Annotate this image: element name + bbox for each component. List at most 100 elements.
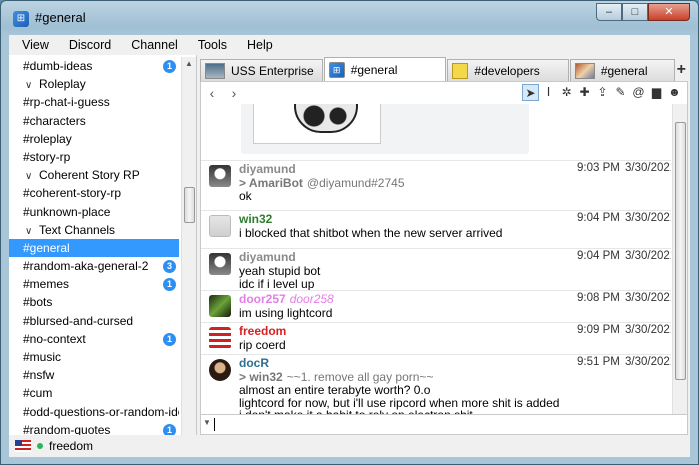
user-avatar[interactable] — [209, 327, 231, 349]
pointer-icon[interactable]: ➤ — [522, 84, 539, 101]
sidebar-scrollbar[interactable]: ▲ — [181, 57, 196, 435]
channel-label: #nsfw — [23, 368, 55, 383]
author-name: door257 — [239, 292, 286, 306]
text-cursor-icon[interactable]: Ⅰ — [540, 84, 557, 101]
channel-category[interactable]: ∨ Coherent Story RP — [9, 166, 179, 184]
channel-label: #blursed-and-cursed — [23, 313, 134, 328]
message-list: diyamund 9:03 PM 3/30/2021 > AmariBot@diyam… — [201, 104, 671, 414]
menu-channel[interactable]: Channel — [118, 38, 185, 52]
online-status-icon — [37, 443, 43, 449]
channel-item[interactable]: #blursed-and-cursed — [9, 312, 179, 330]
current-username[interactable]: freedom — [49, 439, 93, 453]
sidebar-scroll-thumb[interactable] — [184, 187, 195, 223]
scroll-up-arrow[interactable]: ▲ — [182, 57, 196, 71]
flag-avatar-icon — [15, 440, 31, 452]
channel-label: #cum — [23, 386, 53, 401]
channel-item[interactable]: #dumb-ideas 1 — [9, 57, 179, 75]
user-avatar[interactable] — [209, 253, 231, 275]
message-time: 9:51 PM — [577, 356, 620, 368]
channel-category[interactable]: ∨ Roleplay — [9, 75, 179, 93]
channel-item[interactable]: #memes 1 — [9, 275, 179, 293]
author-name: diyamund — [239, 250, 296, 264]
channel-label: #characters — [23, 113, 86, 128]
channel-label: #memes — [23, 277, 70, 292]
message-text: rip coerd — [239, 338, 286, 352]
channel-item[interactable]: #story-rp — [9, 148, 179, 166]
channel-item[interactable]: #unknown-place — [9, 203, 179, 221]
forward-icon[interactable]: › — [223, 85, 245, 101]
channel-label: Text Channels — [39, 222, 116, 237]
add-tab-button[interactable]: + — [677, 61, 686, 79]
channel-item[interactable]: #music — [9, 348, 179, 366]
tab-developers[interactable]: #developers — [447, 59, 569, 81]
tab-general-active[interactable]: ⊞ #general — [323, 57, 447, 81]
chat-scroll-thumb[interactable] — [675, 122, 686, 380]
channel-item[interactable]: #bots — [9, 293, 179, 311]
tab-uss-enterprise[interactable]: USS Enterprise — [200, 59, 323, 81]
unread-badge: 1 — [163, 423, 176, 435]
message: freedom 9:09 PM 3/30/2021 rip coerd — [201, 322, 671, 354]
channel-item[interactable]: #characters — [9, 112, 179, 130]
channel-icon[interactable]: ▆ — [648, 84, 665, 101]
message-author[interactable]: diyamund — [239, 162, 296, 176]
message-date: 3/30/2021 — [625, 250, 671, 262]
users-icon[interactable]: ☻ — [666, 84, 683, 101]
message-author[interactable]: win32 — [239, 212, 272, 226]
message-author[interactable]: diyamund — [239, 250, 296, 264]
menu-help[interactable]: Help — [234, 38, 280, 52]
menu-view[interactable]: View — [9, 38, 56, 52]
maximize-button[interactable]: □ — [622, 3, 648, 21]
message-time: 9:08 PM — [577, 292, 620, 304]
close-button[interactable]: ✕ — [648, 3, 690, 21]
windows-logo-icon: ⊞ — [13, 11, 29, 27]
chat-view: ‹ › ➤ Ⅰ ✲ ✚ ⇪ ✎ @ ▆ ☻ diyamund 9:03 PM 3… — [200, 81, 688, 415]
back-icon[interactable]: ‹ — [201, 85, 223, 101]
title-bar: ⊞ #general – □ ✕ — [1, 1, 698, 35]
user-avatar[interactable] — [209, 359, 231, 381]
minimize-button[interactable]: – — [596, 3, 622, 21]
chat-scrollbar[interactable] — [672, 104, 687, 414]
message-date: 3/30/2021 — [625, 162, 671, 174]
menu-tools[interactable]: Tools — [185, 38, 234, 52]
reply-reference[interactable]: > win32 ~~1. remove all gay porn~~ — [239, 370, 433, 384]
add-icon[interactable]: ✚ — [576, 84, 593, 101]
user-avatar[interactable] — [209, 165, 231, 187]
message-author[interactable]: docR — [239, 356, 269, 370]
channel-item[interactable]: #nsfw — [9, 366, 179, 384]
mention-icon[interactable]: @ — [630, 84, 647, 101]
windows-logo-icon: ⊞ — [328, 61, 345, 78]
channel-item[interactable]: #odd-questions-or-random-ideas — [9, 403, 179, 421]
unread-badge: 1 — [163, 332, 176, 346]
channel-item[interactable]: #coherent-story-rp — [9, 184, 179, 202]
message-text: idc if i level up — [239, 276, 315, 291]
message-author[interactable]: freedom — [239, 324, 286, 338]
message-time: 9:09 PM — [577, 324, 620, 336]
channel-item[interactable]: #random-quotes 1 — [9, 421, 179, 435]
settings-icon[interactable]: ✲ — [558, 84, 575, 101]
embedded-image[interactable] — [253, 104, 381, 144]
app-window: ⊞ #general – □ ✕ View Discord Channel To… — [0, 0, 699, 465]
message-input[interactable]: ▼ — [200, 415, 688, 435]
channel-item[interactable]: #cum — [9, 384, 179, 402]
reply-reference[interactable]: > AmariBot @diyamund#2745 — [239, 176, 405, 190]
channel-item[interactable]: #no-context 1 — [9, 330, 179, 348]
channel-item[interactable]: #general — [9, 238, 179, 258]
channel-item[interactable]: #random-aka-general-2 3 — [9, 257, 179, 275]
message: win32 9:04 PM 3/30/2021 i blocked that shit… — [201, 210, 671, 248]
tab-general-2[interactable]: #general — [569, 59, 675, 81]
menu-discord[interactable]: Discord — [56, 38, 118, 52]
channel-item[interactable]: #roleplay — [9, 130, 179, 148]
channel-label: #music — [23, 350, 62, 364]
message-time: 9:04 PM — [577, 212, 620, 224]
message-author[interactable]: door257 door258 — [239, 292, 334, 306]
user-avatar[interactable] — [209, 215, 231, 237]
main-panel: USS Enterprise ⊞ #general #developers #g… — [198, 55, 690, 457]
pin-icon[interactable]: ✎ — [612, 84, 629, 101]
channel-item[interactable]: #rp-chat-i-guess — [9, 93, 179, 111]
tab-label: #general — [600, 63, 648, 78]
channel-label: Coherent Story RP — [39, 168, 140, 183]
author-nickname: door258 — [289, 292, 334, 306]
channel-category[interactable]: ∨ Text Channels — [9, 221, 179, 239]
user-avatar[interactable] — [209, 295, 231, 317]
upload-icon[interactable]: ⇪ — [594, 84, 611, 101]
